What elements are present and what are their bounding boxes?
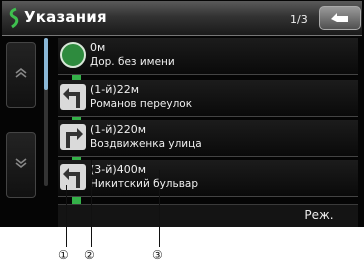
- direction-distance: (3-й)400м: [90, 163, 146, 176]
- direction-street: Дор. без имени: [90, 56, 175, 68]
- turn-right-icon: [60, 124, 86, 150]
- callout-leader-line: [159, 170, 160, 247]
- callout-label: ②: [84, 248, 95, 262]
- start-point-icon: [60, 42, 86, 68]
- callout-leader-line: [91, 160, 92, 247]
- direction-street: Воздвиженка улица: [90, 138, 202, 150]
- callout-label: ③: [152, 248, 163, 262]
- scroll-down-button[interactable]: [6, 132, 36, 198]
- direction-row[interactable]: (1-й)220м Воздвиженка улица: [58, 120, 358, 157]
- mode-button[interactable]: Реж.: [284, 205, 354, 225]
- callout-leader-line: [66, 185, 67, 247]
- turn-left-icon: [60, 164, 86, 190]
- page-title: Указания: [24, 8, 107, 26]
- direction-distance: (1-й)220м: [90, 123, 146, 136]
- scrollbar-thumb[interactable]: [44, 38, 48, 90]
- double-chevron-up-icon: [15, 67, 27, 78]
- page-indicator: 1/3: [290, 13, 308, 26]
- direction-distance: 0м: [90, 41, 106, 54]
- direction-distance: (1-й)22м: [90, 83, 139, 96]
- double-chevron-down-icon: [15, 158, 27, 169]
- route-logo-icon: [9, 7, 19, 29]
- direction-row[interactable]: 0м Дор. без имени: [58, 38, 358, 75]
- scroll-up-button[interactable]: [6, 42, 36, 108]
- back-arrow-icon: [331, 13, 348, 22]
- back-button[interactable]: [319, 6, 361, 30]
- header-bar: Указания 1/3: [2, 1, 362, 36]
- direction-street: Романов переулок: [90, 98, 193, 110]
- navigation-screen: Указания 1/3 0м Дор. без имени (1-й)22м …: [0, 0, 364, 227]
- direction-street: Никитский бульвар: [90, 178, 198, 190]
- callout-label: ①: [58, 248, 69, 262]
- turn-left-icon: [60, 84, 86, 110]
- direction-row[interactable]: (1-й)22м Романов переулок: [58, 80, 358, 117]
- direction-row[interactable]: (3-й)400м Никитский бульвар: [58, 160, 358, 197]
